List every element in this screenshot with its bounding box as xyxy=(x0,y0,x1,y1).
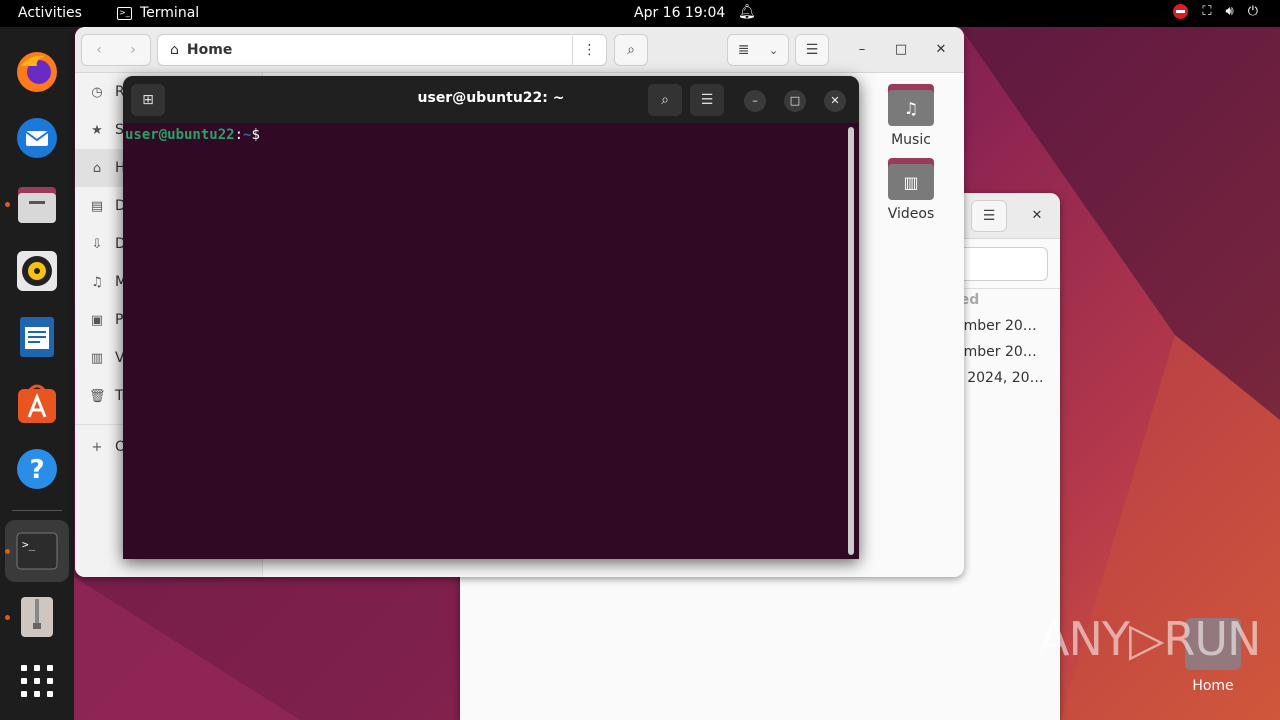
rhythmbox-icon[interactable] xyxy=(14,248,60,294)
dock: ? >_ xyxy=(0,27,74,720)
system-tray[interactable]: ⛶ 🔊︎ ⏻ xyxy=(1173,4,1258,19)
chevron-down-icon[interactable]: ⌄ xyxy=(769,44,778,57)
prompt-dollar: $ xyxy=(251,127,260,143)
music-folder-icon: ♫ xyxy=(888,84,934,126)
running-indicator xyxy=(5,202,10,207)
menu-button[interactable]: ☰ xyxy=(971,200,1007,232)
star-icon: ★ xyxy=(91,122,103,138)
prompt-user: user@ubuntu22 xyxy=(125,127,235,143)
app-center-icon[interactable] xyxy=(14,380,60,426)
minimize-icon[interactable]: – xyxy=(744,90,766,112)
search-icon[interactable]: ⌕ xyxy=(648,84,682,116)
videos-folder-icon: ▥ xyxy=(888,158,934,200)
folder-videos[interactable]: ▥ Videos xyxy=(881,158,941,222)
volume-icon: 🔊︎ xyxy=(1225,4,1234,19)
pictures-icon: ▣ xyxy=(90,312,104,328)
files-icon[interactable] xyxy=(14,182,60,228)
archive-manager-icon[interactable] xyxy=(14,594,60,640)
recent-icon: ◷ xyxy=(91,84,103,100)
network-icon: ⛶ xyxy=(1202,4,1212,19)
terminal-icon[interactable]: >_ xyxy=(14,528,60,574)
forward-icon[interactable]: › xyxy=(130,42,136,58)
close-icon[interactable]: ✕ xyxy=(824,90,846,112)
terminal-output[interactable]: user@ubuntu22:~$ xyxy=(123,123,859,559)
row-modified[interactable]: ember 20… xyxy=(955,344,1037,360)
close-icon[interactable]: ✕ xyxy=(932,41,950,59)
dock-separator xyxy=(12,510,62,511)
location-label: Home xyxy=(186,42,233,58)
back-icon[interactable]: ‹ xyxy=(96,42,102,58)
desktop-home-label: Home xyxy=(1192,678,1234,694)
home-icon: ⌂ xyxy=(170,42,179,58)
folder-label: Music xyxy=(891,132,931,148)
maximize-icon[interactable]: □ xyxy=(784,90,806,112)
maximize-icon[interactable]: □ xyxy=(892,41,910,59)
app-name: Terminal xyxy=(140,5,200,21)
top-bar: Activities >_ Terminal Apr 16 19:04 🔔︎ ⛶… xyxy=(0,0,1280,27)
menu-button[interactable]: ☰ xyxy=(690,84,724,116)
terminal-scrollbar[interactable] xyxy=(848,127,854,555)
location-bar[interactable]: ⌂ Home xyxy=(157,34,607,66)
nav-buttons[interactable]: ‹ › xyxy=(81,34,151,66)
activities-button[interactable]: Activities xyxy=(18,5,82,21)
libreoffice-writer-icon[interactable] xyxy=(14,314,60,360)
running-indicator xyxy=(5,549,10,554)
svg-text:?: ? xyxy=(29,455,44,485)
prompt-colon: : xyxy=(234,127,244,143)
list-view-icon[interactable]: ≣ xyxy=(738,42,750,58)
folder-music[interactable]: ♫ Music xyxy=(881,84,941,148)
document-icon: ▤ xyxy=(90,198,104,214)
menu-button[interactable]: ☰ xyxy=(795,34,829,66)
clock[interactable]: Apr 16 19:04 xyxy=(634,5,725,21)
music-icon: ♫ xyxy=(91,274,103,290)
firefox-icon[interactable] xyxy=(14,49,60,95)
running-indicator xyxy=(5,615,10,620)
show-apps-icon[interactable] xyxy=(14,658,60,704)
terminal-icon: >_ xyxy=(117,6,132,20)
help-icon[interactable]: ? xyxy=(14,446,60,492)
terminal-window[interactable]: ⊞ user@ubuntu22: ~ ⌕ ☰ – □ ✕ user@ubuntu… xyxy=(123,76,859,559)
videos-icon: ▥ xyxy=(90,350,104,366)
home-icon: ⌂ xyxy=(92,160,102,176)
row-modified[interactable]: ember 20… xyxy=(955,318,1037,334)
notification-bell-icon[interactable]: 🔔︎ xyxy=(738,4,756,20)
svg-text:>_: >_ xyxy=(22,538,36,551)
folder-label: Videos xyxy=(887,206,935,222)
thunderbird-icon[interactable] xyxy=(14,115,60,161)
row-modified[interactable]: il 2024, 20… xyxy=(955,370,1044,386)
view-toggle[interactable]: ≣ ⌄ xyxy=(727,34,789,66)
close-icon[interactable]: ✕ xyxy=(1028,207,1046,225)
do-not-disturb-icon xyxy=(1173,4,1189,19)
plus-icon: + xyxy=(91,439,103,455)
search-icon[interactable]: ⌕ xyxy=(614,34,648,66)
download-icon: ⇩ xyxy=(91,236,103,252)
minimize-icon[interactable]: – xyxy=(853,41,871,59)
power-icon: ⏻ xyxy=(1247,4,1258,19)
path-menu-icon[interactable]: ⋮ xyxy=(572,34,606,66)
trash-icon: 🗑︎ xyxy=(89,388,106,404)
watermark-logo: ANY▷RUN xyxy=(1038,612,1261,666)
app-menu[interactable]: >_ Terminal xyxy=(117,5,199,21)
